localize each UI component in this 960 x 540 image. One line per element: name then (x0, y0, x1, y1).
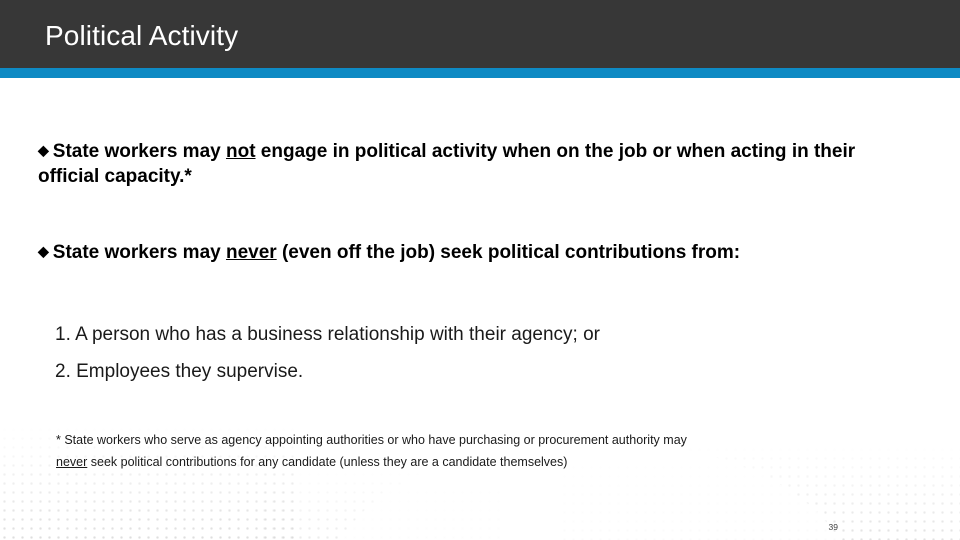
numbered-item-2: 2. Employees they supervise. (55, 361, 304, 382)
footnote-emphasis: never (56, 455, 88, 469)
footnote-part-1: * State workers who serve as agency appo… (56, 433, 687, 447)
bullet-item-2: ◆ State workers may never (even off the j… (38, 239, 918, 265)
bullet-1-part-1: State workers may (52, 141, 226, 162)
bullet-2-part-1: State workers may (52, 242, 226, 263)
diamond-bullet-icon: ◆ (38, 142, 49, 158)
slide: Political Activity ◆ State workers may no… (0, 0, 960, 540)
diamond-bullet-icon: ◆ (38, 243, 49, 259)
bullet-2-emphasis: never (225, 242, 277, 263)
bullet-1-emphasis: not (225, 141, 256, 162)
footnote-part-3: seek political contributions for any can… (87, 455, 568, 469)
accent-bar (0, 68, 960, 78)
bullet-item-1: ◆ State workers may not engage in politic… (38, 138, 918, 189)
bullet-2-part-3: (even off the job) seek political contri… (276, 242, 741, 263)
title-bar: Political Activity (0, 0, 960, 68)
numbered-item-1: 1. A person who has a business relations… (55, 324, 600, 345)
page-title: Political Activity (45, 20, 239, 51)
slide-content: ◆ State workers may not engage in politic… (0, 78, 960, 540)
footnote: * State workers who serve as agency appo… (56, 429, 696, 473)
page-number: 39 (828, 522, 838, 532)
